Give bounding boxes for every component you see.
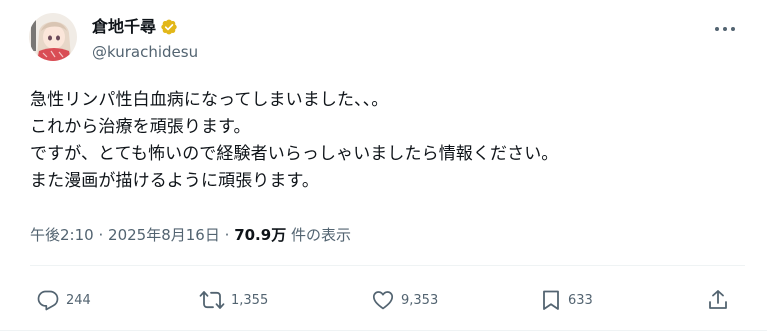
heart-icon	[372, 291, 394, 310]
like-button[interactable]: 9,353	[371, 287, 438, 313]
meta-separator: ·	[224, 226, 230, 244]
reply-button[interactable]: 244	[36, 287, 91, 313]
tweet-time[interactable]: 午後2:10	[30, 226, 94, 244]
share-button[interactable]	[706, 287, 730, 313]
tweet-line: ですが、とても怖いので経験者いらっしゃいましたら情報ください。	[30, 144, 559, 164]
share-icon	[709, 290, 727, 309]
tweet-card: 倉地千尋 @kurachidesu 急性リンパ性白血病になってしまいました、、。…	[0, 0, 767, 331]
tweet-line: また漫画が描けるように頑張ります。	[30, 171, 319, 191]
author-name-row: 倉地千尋	[92, 17, 178, 37]
bookmark-icon	[543, 290, 559, 310]
avatar-illustration	[29, 13, 77, 61]
retweet-count: 1,355	[231, 292, 269, 308]
user-handle[interactable]: @kurachidesu	[92, 42, 198, 62]
more-options-button[interactable]	[708, 17, 742, 41]
tweet-line: これから治療を頑張ります。	[30, 117, 251, 137]
divider	[30, 265, 745, 266]
views-label: 件の表示	[290, 226, 351, 244]
tweet-text: 急性リンパ性白血病になってしまいました、、。 これから治療を頑張ります。 ですが…	[30, 87, 745, 195]
reply-count: 244	[66, 292, 91, 308]
bookmark-button[interactable]: 633	[540, 287, 593, 313]
reply-icon	[37, 290, 59, 311]
bookmark-count: 633	[568, 292, 593, 308]
retweet-icon	[199, 291, 225, 309]
tweet-date[interactable]: 2025年8月16日	[108, 226, 220, 244]
retweet-button[interactable]: 1,355	[199, 287, 268, 313]
avatar[interactable]	[29, 13, 77, 61]
meta-separator: ·	[98, 226, 104, 244]
tweet-meta: 午後2:10 · 2025年8月16日 · 70.9万 件の表示	[30, 225, 351, 245]
display-name[interactable]: 倉地千尋	[92, 17, 156, 37]
verified-badge-icon[interactable]	[160, 18, 178, 36]
tweet-line: 急性リンパ性白血病になってしまいました、、。	[30, 90, 389, 110]
more-dots-icon	[715, 27, 735, 31]
views-count[interactable]: 70.9万	[234, 226, 286, 244]
like-count: 9,353	[401, 292, 439, 308]
